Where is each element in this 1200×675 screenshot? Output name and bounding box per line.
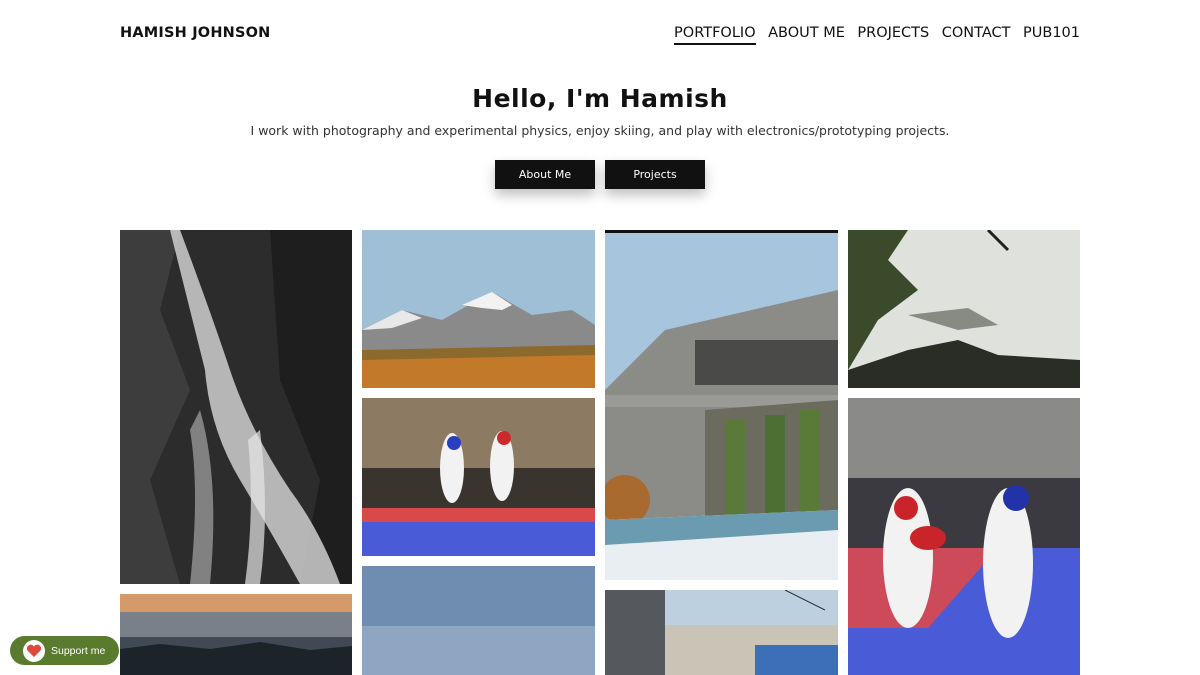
photo-mountain[interactable] [362,230,595,388]
site-brand[interactable]: HAMISH JOHNSON [120,25,271,41]
photo-sky[interactable] [362,566,595,675]
main-nav: PORTFOLIO ABOUT ME PROJECTS CONTACT PUB1… [662,25,1080,45]
photo-building[interactable] [605,230,838,580]
projects-button[interactable]: Projects [605,160,705,189]
nav-portfolio[interactable]: PORTFOLIO [674,25,756,45]
nav-contact[interactable]: CONTACT [942,25,1011,45]
photo-coast[interactable] [848,230,1080,388]
photo-taekwondo-wide[interactable] [362,398,595,556]
nav-about-me[interactable]: ABOUT ME [768,25,845,45]
photo-waterfall[interactable] [120,230,352,584]
hero-title: Hello, I'm Hamish [472,84,728,113]
heart-cup-icon [23,639,45,662]
photo-taekwondo-close[interactable] [848,398,1080,675]
photo-tram-street[interactable] [605,590,838,675]
support-me-label: Support me [51,644,106,657]
photo-sunset-forest[interactable] [120,594,352,675]
hero-subtitle: I work with photography and experimental… [250,123,950,138]
nav-pub101[interactable]: PUB101 [1023,25,1080,45]
about-me-button[interactable]: About Me [495,160,595,189]
nav-projects[interactable]: PROJECTS [857,25,929,45]
support-me-button[interactable]: Support me [10,636,119,665]
